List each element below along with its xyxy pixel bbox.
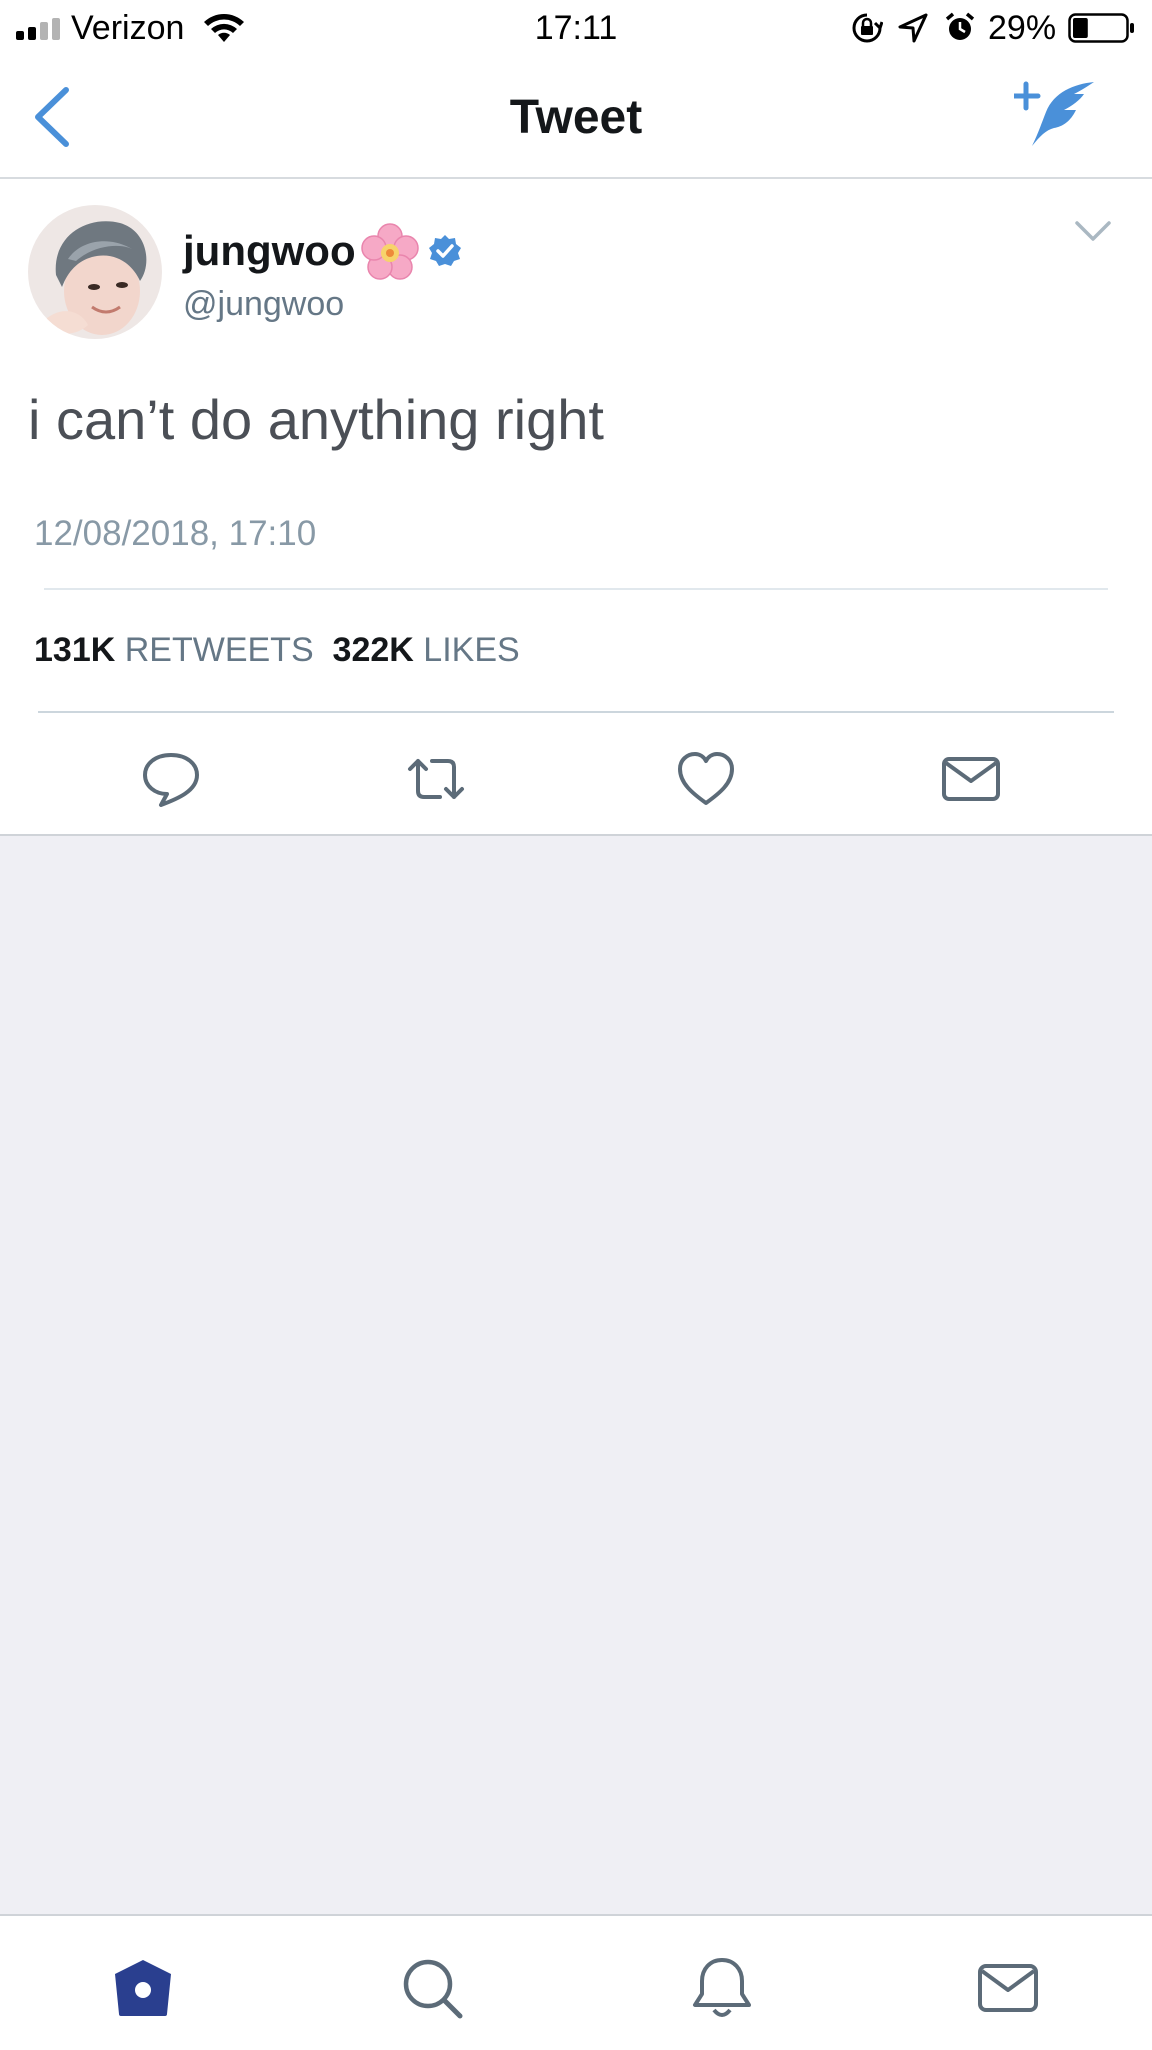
verified-badge-icon [429, 235, 461, 266]
navigation-bar: Tweet [0, 60, 1152, 179]
tweet-stats: 131K RETWEETS 322K LIKES [34, 631, 520, 670]
home-icon[interactable] [111, 1956, 175, 2020]
cherry-blossom-icon [361, 223, 419, 280]
tab-bar [0, 1914, 1152, 2050]
divider [38, 711, 1114, 713]
tweet-detail: jungwoo @jungwoo i can’t do anything rig… [0, 179, 1152, 834]
page-title: Tweet [509, 91, 643, 144]
retweets-stat[interactable]: 131K RETWEETS [34, 631, 314, 669]
battery-icon [1068, 13, 1134, 43]
user-handle[interactable]: @jungwoo [183, 285, 344, 324]
location-arrow-icon [898, 13, 928, 43]
chevron-down-icon[interactable] [1074, 219, 1112, 245]
like-icon[interactable] [676, 749, 736, 809]
tweet-timestamp: 12/08/2018, 17:10 [34, 514, 317, 553]
retweets-count: 131K [34, 631, 116, 669]
tweet-detail-screen: Verizon 17:11 29% Tweet jungwoo @jungwoo… [0, 0, 1152, 2050]
direct-message-icon[interactable] [941, 749, 1001, 809]
battery-percentage: 29% [988, 9, 1057, 47]
display-name[interactable]: jungwoo [183, 227, 356, 275]
tweet-actions [0, 719, 1152, 832]
tweet-text: i can’t do anything right [28, 388, 604, 451]
likes-stat[interactable]: 322K LIKES [333, 631, 520, 669]
empty-replies-area [0, 834, 1152, 1916]
reply-icon[interactable] [141, 749, 201, 809]
likes-label: LIKES [423, 631, 520, 669]
divider [44, 588, 1108, 590]
rotation-lock-icon [852, 13, 883, 43]
status-bar: Verizon 17:11 29% [0, 0, 1152, 60]
messages-icon[interactable] [976, 1956, 1040, 2020]
notifications-icon[interactable] [690, 1956, 754, 2020]
retweet-icon[interactable] [406, 749, 466, 809]
search-icon[interactable] [400, 1956, 464, 2020]
retweets-label: RETWEETS [124, 631, 314, 669]
avatar[interactable] [28, 205, 162, 339]
compose-tweet-icon[interactable] [1014, 78, 1098, 150]
alarm-icon [945, 12, 975, 40]
clock-time: 17:11 [534, 9, 618, 47]
likes-count: 322K [332, 631, 414, 669]
